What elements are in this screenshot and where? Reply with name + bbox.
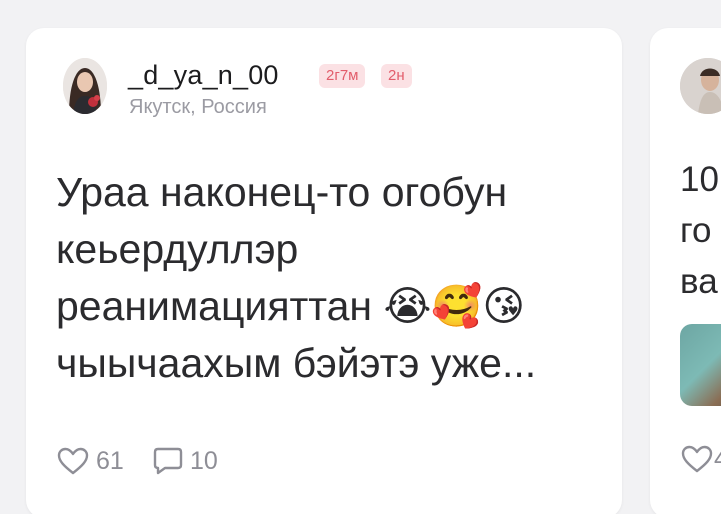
next-like-count: 4 (714, 444, 721, 473)
heart-outline-icon (681, 445, 713, 473)
location: Якутск, Россия (129, 96, 267, 118)
next-post-text[interactable]: 10 го ва (680, 154, 719, 307)
speech-bubble-icon (153, 447, 183, 475)
avatar[interactable] (63, 58, 107, 114)
avatar-photo-icon (680, 58, 721, 114)
post-text[interactable]: Ураа наконец-то огобун кеьердуллэр реани… (56, 164, 616, 392)
like-count: 61 (96, 446, 124, 475)
time-badge: 2н (381, 64, 412, 88)
heart-outline-icon (57, 447, 89, 475)
next-avatar[interactable] (680, 58, 721, 114)
post-card[interactable]: _d_ya_n_00 2г7м 2н Якутск, Россия Ураа н… (26, 28, 622, 514)
comment-count: 10 (190, 446, 218, 475)
like-button[interactable]: 61 (56, 444, 124, 478)
avatar-photo-icon (63, 58, 107, 114)
next-post-image[interactable] (680, 324, 721, 406)
age-badge: 2г7м (319, 64, 366, 88)
comment-button[interactable]: 10 (152, 444, 218, 478)
feed: _d_ya_n_00 2г7м 2н Якутск, Россия Ураа н… (0, 0, 721, 514)
next-post-card[interactable]: 10 го ва 4 (650, 28, 721, 514)
username[interactable]: _d_ya_n_00 (128, 60, 279, 91)
next-like-button[interactable]: 4 (680, 444, 721, 474)
